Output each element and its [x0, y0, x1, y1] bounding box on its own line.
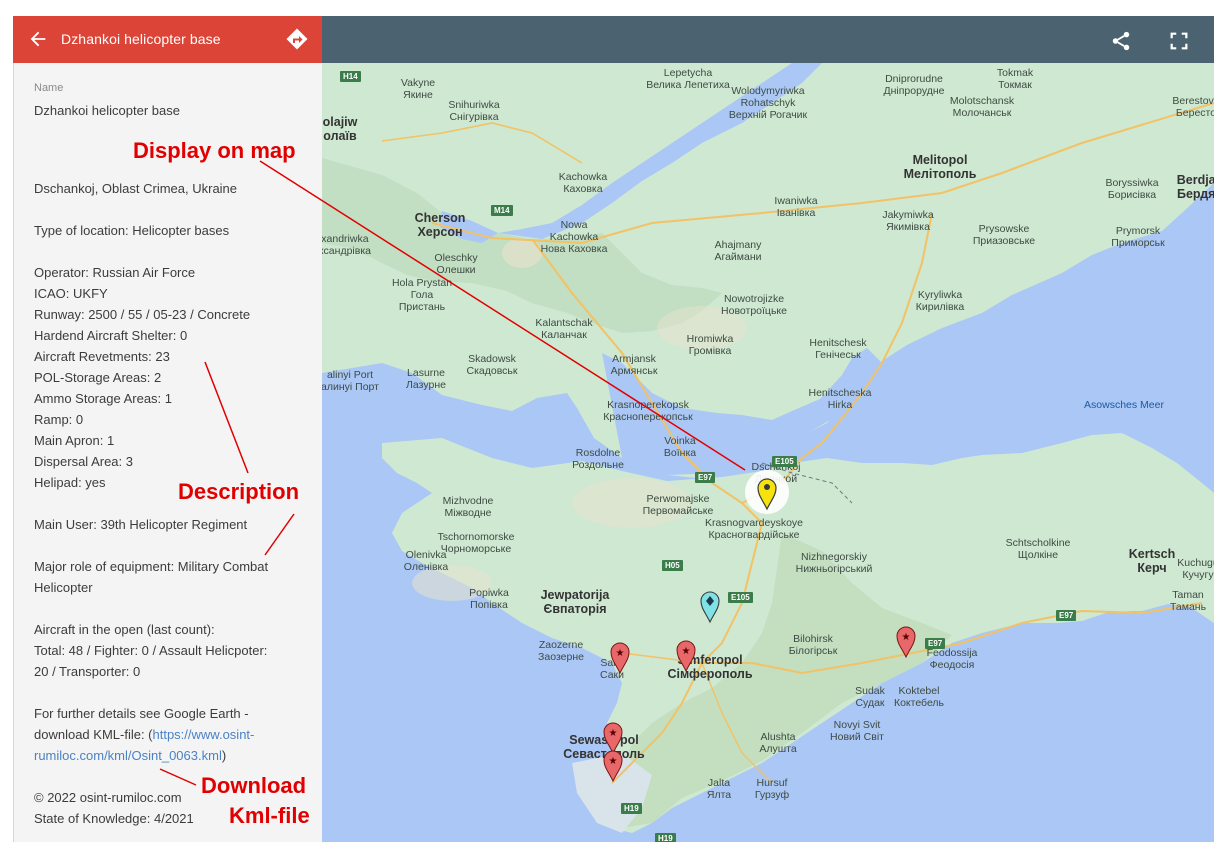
role-line: Helicopter	[34, 580, 93, 595]
detail-line: POL-Storage Areas: 2	[34, 370, 162, 385]
aircraft-line: 20 / Transporter: 0	[34, 664, 141, 679]
share-icon[interactable]	[1110, 30, 1132, 52]
details-line: download KML-file: (https://www.osint-	[34, 727, 254, 743]
detail-line: Aircraft Revetments: 23	[34, 349, 170, 364]
red-marker-sevastopol-1[interactable]: ★	[603, 722, 623, 755]
name-label: Name	[34, 82, 64, 94]
map-toolbar	[322, 16, 1214, 63]
download-text: download KML-file: (	[34, 727, 153, 742]
panel-title: Dzhankoi helicopter base	[61, 31, 221, 47]
svg-text:★: ★	[609, 756, 618, 767]
red-marker-feodosia[interactable]: ★	[896, 626, 916, 659]
detail-line: Ammo Storage Areas: 1	[34, 391, 173, 406]
name-value: Dzhankoi helicopter base	[34, 103, 180, 118]
selected-marker[interactable]	[745, 470, 789, 514]
back-arrow-icon[interactable]	[27, 28, 49, 50]
kml-link-cont[interactable]: rumiloc.com/kml/Osint_0063.kml	[34, 748, 222, 763]
aircraft-line: Aircraft in the open (last count):	[34, 622, 215, 637]
detail-line: Dispersal Area: 3	[34, 454, 133, 469]
teal-marker[interactable]	[700, 591, 720, 624]
fullscreen-icon[interactable]	[1168, 30, 1190, 52]
detail-line: Main Apron: 1	[34, 433, 115, 448]
svg-text:★: ★	[609, 728, 618, 739]
address-line: Dschankoj, Oblast Crimea, Ukraine	[34, 181, 238, 196]
detail-line: Operator: Russian Air Force	[34, 265, 196, 280]
annotation-display-on-map: Display on map	[133, 138, 296, 163]
detail-line: Helipad: yes	[34, 475, 106, 490]
red-marker-simferopol[interactable]: ★	[676, 640, 696, 673]
annotation-description: Description	[178, 479, 300, 504]
svg-text:★: ★	[616, 648, 625, 659]
svg-text:★: ★	[682, 646, 691, 657]
red-marker-saky[interactable]: ★	[610, 642, 630, 675]
panel-header: Dzhankoi helicopter base	[13, 16, 322, 63]
state-line: State of Knowledge: 4/2021	[34, 811, 194, 826]
detail-line: ICAO: UKFY	[34, 286, 108, 301]
detail-line: Runway: 2500 / 55 / 05-23 / Concrete	[34, 307, 251, 322]
detail-line: Hardend Aircraft Shelter: 0	[34, 328, 188, 343]
role-line: Major role of equipment: Military Combat	[34, 559, 269, 574]
annotation-kml-file: Kml-file	[229, 803, 310, 828]
detail-line: Ramp: 0	[34, 412, 84, 427]
directions-icon[interactable]	[285, 27, 309, 51]
svg-text:★: ★	[902, 632, 911, 643]
red-marker-sevastopol-2[interactable]: ★	[603, 750, 623, 783]
map-view[interactable]: Vakyne Якинe Lepetycha Велика Лепетиха Dni…	[322, 63, 1214, 842]
map-markers: ★ ★ ★ ★ ★	[603, 470, 916, 783]
main-user-line: Main User: 39th Helicopter Regiment	[34, 517, 248, 532]
details-panel: Name Dzhankoi helicopter base Dschankoj,…	[13, 63, 323, 842]
type-line: Type of location: Helicopter bases	[34, 223, 230, 238]
copyright-line: © 2022 osint-rumiloc.com	[34, 790, 182, 805]
kml-link[interactable]: https://www.osint-	[153, 727, 255, 742]
annotation-download: Download	[201, 773, 307, 798]
aircraft-line: Total: 48 / Fighter: 0 / Assault Helicpo…	[34, 643, 268, 658]
details-line: For further details see Google Earth -	[34, 706, 249, 721]
paren-text: )	[221, 748, 227, 763]
details-line: rumiloc.com/kml/Osint_0063.kml)	[34, 748, 226, 764]
